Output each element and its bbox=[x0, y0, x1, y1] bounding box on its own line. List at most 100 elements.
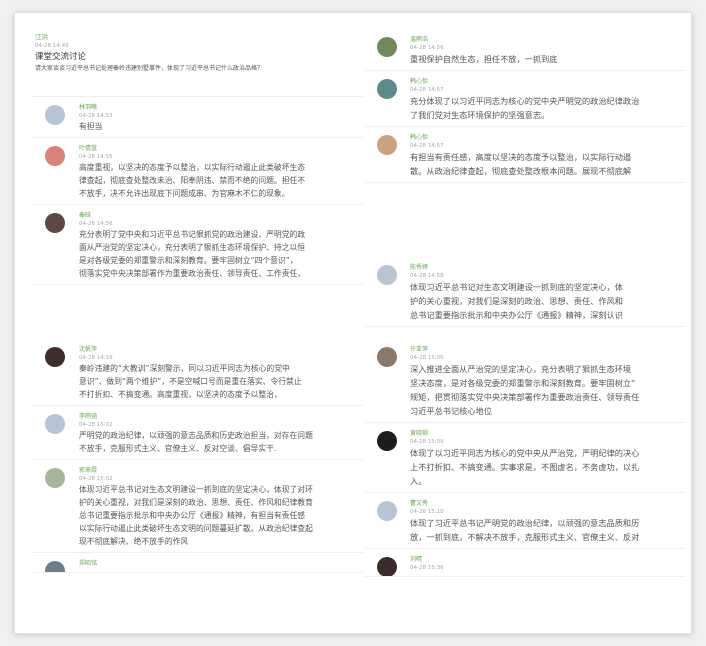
comment-item: 郭來霞 04-28 15:02 体现习近平总书记对生态文明建设一抓到底的坚定决心，体… bbox=[31, 460, 363, 553]
comment-text: 散。从政治纪律查起，彻底查处整改根本问题。展现不彻底解 bbox=[410, 166, 632, 176]
comment-item: 李雨涵 04-28 15:02 严明党的政治纪律，以顽强的意志品质和历史政治担当，对… bbox=[31, 406, 363, 460]
comment-time: 04-28 15:02 bbox=[79, 422, 113, 428]
comment-text: 总书记重要指示批示和中央办公厅《通报》精神，深刻认识 bbox=[410, 310, 623, 320]
comment-author[interactable]: 林羽曦 bbox=[79, 103, 359, 112]
post-author[interactable]: 江洪 bbox=[35, 33, 357, 42]
comment-author[interactable]: 郭來霞 bbox=[79, 466, 359, 475]
comment-text: 不打折扣、不搞变通。高度重视，以坚决的态度予以整治， bbox=[79, 390, 282, 399]
comment-item: 林羽曦 04-28 14:53 有担当 bbox=[31, 97, 363, 138]
comment-author[interactable]: 刘晴 bbox=[410, 555, 681, 564]
comment-author[interactable]: 沈帆萍 bbox=[79, 345, 359, 354]
comment-text: 现不彻底解决、绝不放手的作风 bbox=[79, 537, 189, 546]
comment-time: 04-28 15:06 bbox=[410, 355, 444, 361]
avatar[interactable] bbox=[377, 265, 397, 285]
discussion-panel-bottom-right: 许亚萍 04-28 15:06 深入推进全面从严治党的坚定决心，充分表明了狠抓生态环… bbox=[365, 339, 685, 633]
comment-text: 严明党的政治纪律，以顽强的意志品质和历史政治担当，对存在问题 bbox=[79, 431, 313, 440]
comment-item: 沈帆萍 04-28 14:59 秦岭违建的“大教训”深刻警示，同以习近平同志为核心的… bbox=[31, 339, 363, 406]
comment-author[interactable]: 韩心怡 bbox=[410, 133, 681, 142]
comment-text: 有担当有责任感，高度以坚决的态度予以整治，以实际行动遏 bbox=[410, 152, 632, 162]
comment-text: 护的关心重视，对我们是深刻的政治、思想、责任、作风和纪律教育 bbox=[79, 498, 313, 507]
comment-text: 体现了习近平总书记严明党的政治纪律，以顽强的意志品质和历 bbox=[410, 518, 640, 528]
discussion-panel-top-right: 温雨浩 04-28 14:56 重视保护自然生态，担任不放，一抓到底 韩心怡 04-28… bbox=[365, 29, 685, 257]
avatar[interactable] bbox=[45, 105, 65, 125]
comment-text: 充分体现了以习近平同志为核心的党中央严明党的政治纪律政治 bbox=[410, 96, 640, 106]
comment-author[interactable]: 黄晓娴 bbox=[410, 429, 681, 438]
discussion-panel-top-left: 江洪 04-28 14:49 课堂交流讨论 请大家谈谈习近平总书记处理秦岭违建别… bbox=[31, 31, 363, 331]
comment-time: 04-28 14:56 bbox=[410, 45, 444, 51]
avatar[interactable] bbox=[377, 431, 397, 451]
comment-item: 许亚萍 04-28 15:06 深入推进全面从严治党的坚定决心，充分表明了狠抓生态环… bbox=[365, 339, 685, 423]
comment-author[interactable]: 许亚萍 bbox=[410, 345, 681, 354]
avatar[interactable] bbox=[45, 414, 65, 434]
comment-text: 放，一抓到底，不解决不放手，克服形式主义、官僚主义、反对 bbox=[410, 532, 640, 542]
comment-text: 了我们党对生态环境保护的坚强意志。 bbox=[410, 110, 550, 120]
comment-item: 叶倩蓝 04-28 14:55 高度重视，以坚决的态度予以整治，以实际行动遏止此类破… bbox=[31, 138, 363, 205]
comment-list: 沈帆萍 04-28 14:59 秦岭违建的“大教训”深刻警示，同以习近平同志为核心的… bbox=[31, 339, 363, 573]
comment-text: 总书记重要指示批示和中央办公厅《通报》精神，有担当有责任感 bbox=[79, 511, 306, 520]
comment-list: 林羽曦 04-28 14:53 有担当叶倩蓝 04-28 14:55 高度重视，以坚决的… bbox=[31, 97, 363, 285]
comment-author[interactable]: 李雨涵 bbox=[79, 412, 359, 421]
comment-item: 陈秀婷 04-28 14:58 体现习近平总书记对生态文明建设一抓到底的坚定决心，体… bbox=[365, 257, 685, 327]
avatar[interactable] bbox=[45, 213, 65, 233]
comment-time: 04-28 15:36 bbox=[410, 565, 444, 571]
avatar[interactable] bbox=[377, 347, 397, 367]
avatar[interactable] bbox=[377, 37, 397, 57]
comment-list: 陈秀婷 04-28 14:58 体现习近平总书记对生态文明建设一抓到底的坚定决心，体… bbox=[365, 257, 685, 327]
comment-text: 是对各级党委的郑重警示和深刻教育。要牢固树立“四个意识”， bbox=[79, 256, 298, 265]
comment-time: 04-28 14:58 bbox=[410, 273, 444, 279]
comment-text: 体现习近平总书记对生态文明建设一抓到底的坚定决心，体现了对环 bbox=[79, 485, 313, 494]
comment-list: 许亚萍 04-28 15:06 深入推进全面从严治党的坚定决心，充分表明了狠抓生态环… bbox=[365, 339, 685, 577]
comment-text: 充分表明了党中央和习近平总书记狠抓党的政治建设、严明党的政 bbox=[79, 230, 306, 239]
comment-item: 曹文秀 04-28 15:10 体现了习近平总书记严明党的政治纪律，以顽强的意志品质… bbox=[365, 493, 685, 549]
avatar[interactable] bbox=[377, 557, 397, 576]
comment-time: 04-28 15:10 bbox=[410, 509, 444, 515]
comment-author[interactable]: 温雨浩 bbox=[410, 35, 681, 44]
comment-item: 刘晴 04-28 15:36 bbox=[365, 549, 685, 577]
comment-item: 黄晓娴 04-28 15:09 体现了以习近平同志为核心的党中央从严治党，严明纪律的… bbox=[365, 423, 685, 493]
comment-text: 面从严治党的坚定决心，充分表明了狠抓生态环境保护、持之以恒 bbox=[79, 243, 306, 252]
comment-author[interactable]: 曹文秀 bbox=[410, 499, 681, 508]
comment-time: 04-28 14:55 bbox=[79, 154, 113, 160]
comment-item: 秦晗 04-28 14:56 充分表明了党中央和习近平总书记狠抓党的政治建设、严明党… bbox=[31, 205, 363, 285]
avatar[interactable] bbox=[377, 501, 397, 521]
comment-text: 以实际行动遏止此类破坏生态文明的问题蔓延扩散。从政治纪律查起 bbox=[79, 524, 313, 533]
comment-author[interactable]: 陈秀婷 bbox=[410, 263, 681, 272]
comment-text: 有担当 bbox=[79, 122, 103, 131]
comment-time: 04-28 14:57 bbox=[410, 87, 444, 93]
comment-text: 上不打折扣、不搞变通。实事求是，不图虚名，不务虚功，以扎 bbox=[410, 462, 640, 472]
comment-text: 彻落实党中央决策部署作为重要政治责任、领导责任、工作责任， bbox=[79, 269, 306, 278]
avatar[interactable] bbox=[45, 347, 65, 367]
comment-time: 04-28 15:02 bbox=[79, 476, 113, 482]
comment-item: 郑昭铭 bbox=[31, 553, 363, 573]
comment-author[interactable]: 郑昭铭 bbox=[79, 559, 359, 568]
comment-time: 04-28 14:59 bbox=[79, 355, 113, 361]
comment-text: 体现了以习近平同志为核心的党中央从严治党，严明纪律的决心 bbox=[410, 448, 640, 458]
avatar[interactable] bbox=[377, 135, 397, 155]
comment-time: 04-28 15:09 bbox=[410, 439, 444, 445]
post-question: 请大家谈谈习近平总书记处理秦岭违建别墅事件，体现了习近平总书记什么政治品格？ bbox=[35, 65, 264, 72]
comment-author[interactable]: 韩心怡 bbox=[410, 77, 681, 86]
avatar[interactable] bbox=[45, 561, 65, 572]
comment-text: 入。 bbox=[410, 476, 427, 486]
avatar[interactable] bbox=[45, 468, 65, 488]
comment-item: 韩心怡 04-28 14:57 有担当有责任感，高度以坚决的态度予以整治，以实际行动… bbox=[365, 127, 685, 183]
avatar[interactable] bbox=[45, 146, 65, 166]
comment-list: 温雨浩 04-28 14:56 重视保护自然生态，担任不放，一抓到底 韩心怡 04-28… bbox=[365, 29, 685, 183]
comment-item: 韩心怡 04-28 14:57 充分体现了以习近平同志为核心的党中央严明党的政治纪律… bbox=[365, 71, 685, 127]
comment-text: 体现习近平总书记对生态文明建设一抓到底的坚定决心，体 bbox=[410, 282, 623, 292]
discussion-panel-bottom-left: 沈帆萍 04-28 14:59 秦岭违建的“大教训”深刻警示，同以习近平同志为核心的… bbox=[31, 339, 363, 633]
discussion-panel-middle-right: 陈秀婷 04-28 14:58 体现习近平总书记对生态文明建设一抓到底的坚定决心，体… bbox=[365, 257, 685, 331]
comment-item: 温雨浩 04-28 14:56 重视保护自然生态，担任不放，一抓到底 bbox=[365, 29, 685, 71]
comment-author[interactable]: 秦晗 bbox=[79, 211, 359, 220]
discussion-post: 江洪 04-28 14:49 课堂交流讨论 请大家谈谈习近平总书记处理秦岭违建别… bbox=[31, 31, 363, 97]
comment-text: 不放手，克服形式主义、官僚主义、反对空谈、倡导实干. bbox=[79, 444, 277, 453]
comment-text: 坚决态度，是对各级党委的郑重警示和深刻教育。要牢固树立“ bbox=[410, 378, 636, 388]
comment-text: 规矩，把贯彻落实党中央决策部署作为重要政治责任、领导责任 bbox=[410, 392, 640, 402]
comment-text: 深入推进全面从严治党的坚定决心，充分表明了狠抓生态环境 bbox=[410, 364, 632, 374]
comment-text: 高度重视，以坚决的态度予以整治，以实际行动遏止此类破坏生态 bbox=[79, 163, 306, 172]
comment-time: 04-28 14:56 bbox=[79, 221, 113, 227]
post-time: 04-28 14:49 bbox=[35, 43, 69, 49]
avatar[interactable] bbox=[377, 79, 397, 99]
comment-text: 秦岭违建的“大教训”深刻警示，同以习近平同志为核心的党中 bbox=[79, 364, 290, 373]
comment-author[interactable]: 叶倩蓝 bbox=[79, 144, 359, 153]
